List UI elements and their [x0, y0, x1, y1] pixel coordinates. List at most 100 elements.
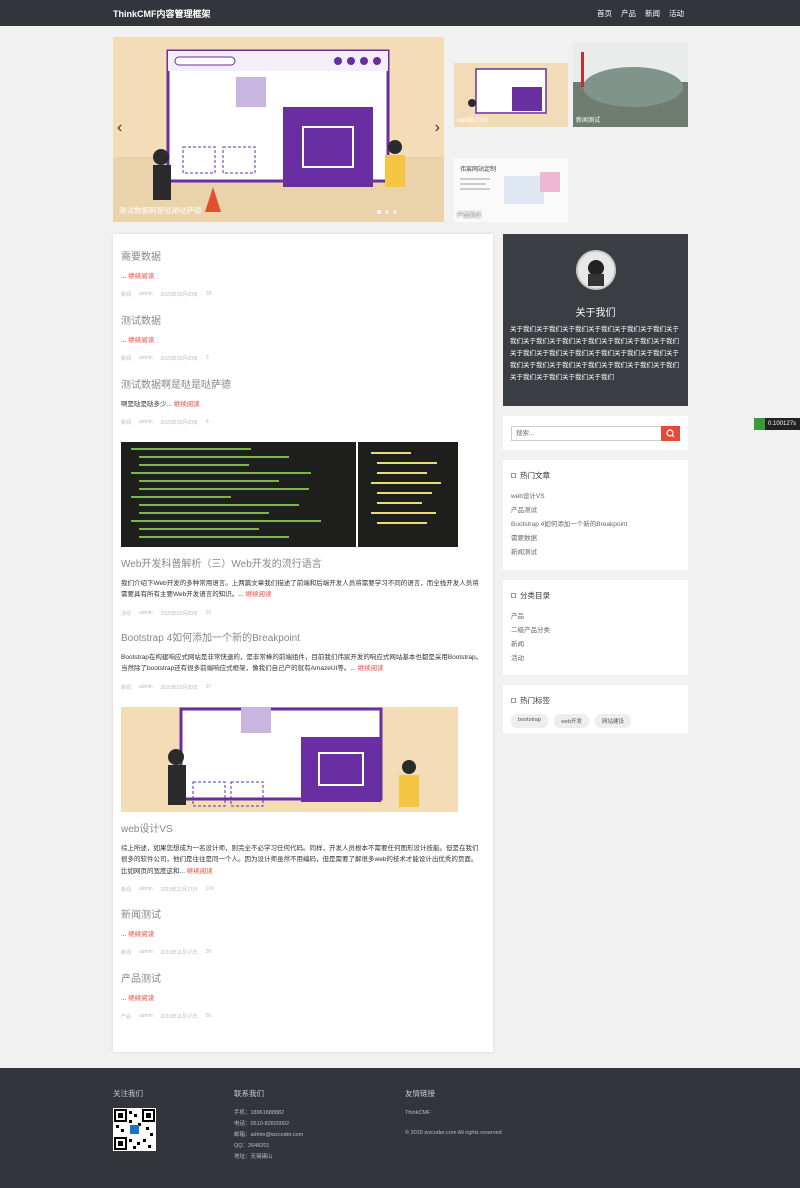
- post-item: 测试数据啊是哒是哒萨德 啊是哒是哒多少... 继续阅读 新闻 admin 202…: [121, 376, 483, 426]
- read-more-link[interactable]: 继续阅读: [245, 591, 271, 598]
- featured-thumb-news[interactable]: 新闻测试: [573, 42, 688, 127]
- tag-link[interactable]: 网站建设: [595, 714, 632, 728]
- post-meta: 新闻 admin 2019年11月17日 109: [121, 886, 483, 893]
- post-category[interactable]: 新闻: [121, 419, 131, 426]
- post-meta: 活动 admin 2020年03月20日 32: [121, 610, 483, 617]
- friend-link[interactable]: ThinkCMF: [405, 1108, 502, 1119]
- category-link[interactable]: 活动: [511, 652, 680, 666]
- square-icon: [511, 593, 516, 598]
- post-date: 2020年03月20日: [160, 292, 198, 299]
- nav-news[interactable]: 新闻: [645, 8, 660, 19]
- post-category[interactable]: 新闻: [121, 949, 131, 956]
- post-item: Bootstrap 4如何添加一个新的Breakpoint Bootstrap在…: [121, 629, 483, 691]
- post-views: 38: [205, 291, 212, 298]
- tag-link[interactable]: web开发: [553, 714, 590, 728]
- post-date: 2020年03月20日: [160, 356, 198, 363]
- post-title[interactable]: web设计VS: [121, 820, 483, 835]
- post-views: 28: [205, 949, 212, 956]
- read-more-link[interactable]: 继续阅读: [128, 273, 154, 280]
- read-more-link[interactable]: 继续阅读: [358, 665, 384, 672]
- post-excerpt: ... 继续阅读: [121, 931, 155, 938]
- about-widget: 关于我们 关于我们关于我们关于我们关于我们关于我们关于我们关于我们关于我们关于我…: [503, 234, 688, 406]
- top-navbar: ThinkCMF内容管理框架 首页 产品 新闻 活动: [0, 0, 800, 26]
- carousel-dot[interactable]: [377, 210, 381, 214]
- footer-contact: 联系我们 手机：18961888882 电话：0510-82820002 邮箱：…: [234, 1088, 303, 1163]
- hot-post-link[interactable]: 新闻测试: [511, 546, 680, 560]
- post-author: admin: [139, 609, 153, 616]
- carousel-indicators: [377, 210, 397, 214]
- post-author: admin: [139, 291, 153, 298]
- post-meta: 新闻 admin 2020年03月20日 3: [121, 355, 483, 362]
- post-item: web设计VS 综上所述，如果您想成为一名设计师，则完全不必学习任何代码。同样，…: [121, 707, 483, 893]
- post-image-code[interactable]: [121, 442, 458, 547]
- post-title[interactable]: Bootstrap 4如何添加一个新的Breakpoint: [121, 629, 483, 644]
- read-more-link[interactable]: 继续阅读: [174, 401, 200, 408]
- post-author: admin: [139, 886, 153, 893]
- post-date: 2020年03月20日: [160, 684, 198, 691]
- search-widget: [503, 416, 688, 450]
- post-category[interactable]: 活动: [121, 610, 131, 617]
- post-category[interactable]: 新闻: [121, 684, 131, 691]
- nav-products[interactable]: 产品: [621, 8, 636, 19]
- post-views: 37: [205, 683, 212, 690]
- footer-follow: 关注我们: [113, 1088, 156, 1151]
- post-title[interactable]: 需要数据: [121, 248, 483, 263]
- qr-code: [113, 1108, 156, 1151]
- categories-widget: 分类目录 产品 二级产品分类 新闻 活动: [503, 580, 688, 675]
- thumb-caption: 新闻测试: [576, 118, 601, 124]
- read-more-link[interactable]: 继续阅读: [187, 868, 213, 875]
- search-button[interactable]: [661, 426, 680, 441]
- post-author: admin: [139, 949, 153, 956]
- widget-title: 热门文章: [520, 471, 550, 480]
- hot-post-link[interactable]: Bootstrap 4如何添加一个新的Breakpoint: [511, 518, 680, 532]
- post-title[interactable]: 新闻测试: [121, 906, 483, 921]
- post-date: 2020年03月20日: [160, 420, 198, 427]
- post-category[interactable]: 新闻: [121, 291, 131, 298]
- contact-email[interactable]: 邮箱：admin@wzcoder.com: [234, 1130, 303, 1141]
- search-icon: [666, 429, 675, 438]
- search-input[interactable]: [511, 426, 663, 441]
- hot-post-link[interactable]: 产品测试: [511, 504, 680, 518]
- category-link[interactable]: 新闻: [511, 638, 680, 652]
- nav-events[interactable]: 活动: [669, 8, 684, 19]
- featured-thumb-product[interactable]: 伟宸网站定制 产品测试: [454, 158, 568, 222]
- carousel-caption[interactable]: 测试数据啊是哒是哒萨德: [119, 205, 202, 216]
- carousel-illustration: [113, 37, 444, 222]
- post-category[interactable]: 新闻: [121, 355, 131, 362]
- hot-post-link[interactable]: web设计VS: [511, 490, 680, 504]
- post-views: 56: [205, 1013, 212, 1020]
- hot-post-link[interactable]: 需要数据: [511, 532, 680, 546]
- post-item: 新闻测试 ... 继续阅读 新闻 admin 2019年11月17日 28: [121, 906, 483, 956]
- read-more-link[interactable]: 继续阅读: [128, 995, 154, 1002]
- post-meta: 新闻 admin 2020年03月20日 37: [121, 684, 483, 691]
- post-image-webdesign[interactable]: [121, 707, 458, 812]
- post-excerpt: 我们介绍下Web开发的多种常用语言。上两篇文章我们描述了前端和后端开发人员将需要…: [121, 580, 479, 599]
- nav-home[interactable]: 首页: [597, 8, 612, 19]
- carousel-dot[interactable]: [385, 210, 389, 214]
- category-link[interactable]: 二级产品分类: [511, 624, 680, 638]
- read-more-link[interactable]: 继续阅读: [128, 337, 154, 344]
- post-title[interactable]: 产品测试: [121, 970, 483, 985]
- debug-timer-badge[interactable]: 0.100127s: [754, 418, 800, 430]
- post-excerpt: 啊是哒是哒多少... 继续阅读: [121, 401, 200, 408]
- post-category[interactable]: 产品: [121, 1013, 131, 1020]
- footer-heading: 友情链接: [405, 1089, 435, 1098]
- thumb-caption: 产品测试: [457, 213, 482, 219]
- carousel-prev-icon[interactable]: ‹: [117, 119, 122, 137]
- post-date: 2019年11月17日: [160, 950, 198, 957]
- carousel-next-icon[interactable]: ›: [435, 119, 440, 137]
- post-title[interactable]: 测试数据: [121, 312, 483, 327]
- site-brand[interactable]: ThinkCMF内容管理框架: [113, 7, 211, 20]
- post-title[interactable]: 测试数据啊是哒是哒萨德: [121, 376, 483, 391]
- tag-link[interactable]: bootstrap: [511, 714, 548, 728]
- post-author: admin: [139, 419, 153, 426]
- hot-posts-widget: 热门文章 web设计VS 产品测试 Bootstrap 4如何添加一个新的Bre…: [503, 460, 688, 570]
- read-more-link[interactable]: 继续阅读: [128, 931, 154, 938]
- post-title[interactable]: Web开发科普解析（三）Web开发的流行语言: [121, 555, 483, 570]
- post-category[interactable]: 新闻: [121, 886, 131, 893]
- carousel-dot[interactable]: [393, 210, 397, 214]
- category-link[interactable]: 产品: [511, 610, 680, 624]
- post-author: admin: [139, 683, 153, 690]
- featured-thumb-webdesign[interactable]: web设计VS: [454, 63, 568, 127]
- hero-carousel[interactable]: ‹ › 测试数据啊是哒是哒萨德: [113, 37, 444, 222]
